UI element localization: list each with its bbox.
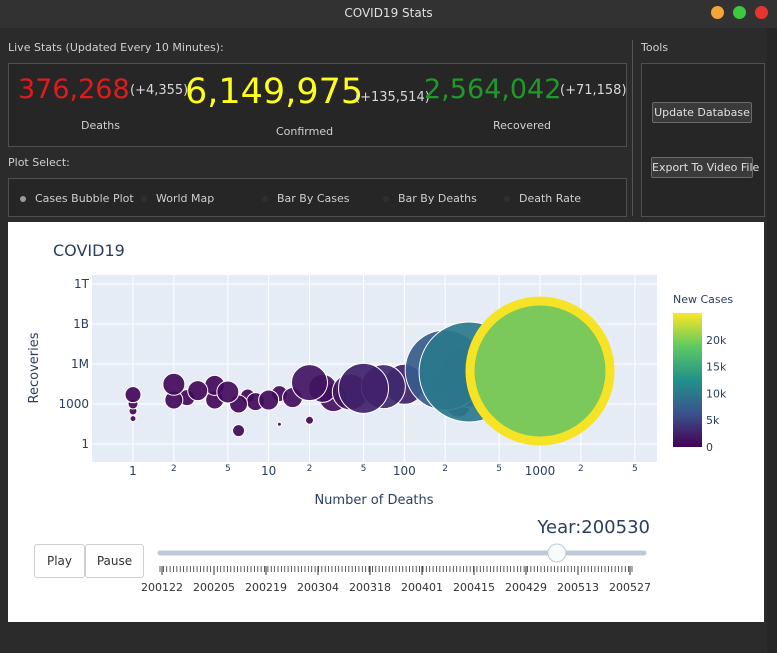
x-tick-label: 1000 (525, 464, 556, 478)
update-database-button[interactable]: Update Database (652, 102, 752, 123)
tools-panel (641, 63, 765, 217)
close-button[interactable] (755, 6, 768, 19)
chart-title: COVID19 (53, 241, 125, 260)
bubble-point (129, 415, 137, 423)
radio-death-rate[interactable]: Death Rate (504, 192, 581, 205)
x-tick-label: 5 (361, 464, 367, 474)
maximize-button[interactable] (733, 6, 746, 19)
x-tick-label: 100 (393, 464, 416, 478)
confirmed-delta: (+135,514) (355, 90, 430, 105)
x-tick-label: 2 (578, 464, 584, 474)
bubble-point (187, 380, 209, 402)
title-bar: COVID19 Stats (0, 0, 777, 28)
colorbar-tick-label: 15k (706, 361, 727, 374)
slider-tick-label: 200304 (297, 581, 339, 594)
bubble-point (232, 424, 246, 438)
deaths-caption: Deaths (81, 119, 120, 132)
plot-area: COVID19 1 2 5 10 2 5 100 2 5 1000 2 5 1T 1B 1M 1000 1 N… (8, 222, 764, 622)
bubble-point (216, 380, 240, 404)
confirmed-caption: Confirmed (276, 125, 334, 138)
slider-tick-label: 200429 (505, 581, 547, 594)
confirmed-value: 6,149,975 (185, 72, 364, 112)
slider-minor-ticks (159, 566, 633, 572)
slider-handle[interactable] (547, 543, 567, 563)
x-tick-label: 5 (496, 464, 502, 474)
slider-tick-label: 200122 (141, 581, 183, 594)
colorbar-tick-label: 0 (706, 441, 713, 454)
y-axis-label: Recoveries (27, 332, 42, 403)
bubble-point (124, 386, 142, 404)
right-edge-strip (767, 28, 777, 653)
colorbar-tick-label: 5k (706, 414, 720, 427)
colorbar-tick-labels: 20k 15k 10k 5k 0 (706, 334, 727, 454)
bubble-point (276, 421, 282, 427)
radio-bar-by-cases[interactable]: Bar By Cases (262, 192, 350, 205)
x-tick-label: 2 (442, 464, 448, 474)
colorbar (673, 313, 702, 447)
radio-cases-bubble-plot[interactable]: Cases Bubble Plot (20, 192, 134, 205)
y-tick-label: 1M (71, 357, 89, 371)
radio-label: Bar By Deaths (398, 192, 477, 205)
radio-unselected-icon (383, 195, 389, 202)
recovered-value: 2,564,042 (424, 74, 562, 105)
radio-selected-icon (20, 195, 26, 202)
export-video-button[interactable]: Export To Video File (651, 157, 759, 178)
plot-select-label: Plot Select: (8, 156, 70, 169)
deaths-delta: (+4,355) (130, 83, 189, 98)
colorbar-tick-label: 20k (706, 334, 727, 347)
radio-bar-by-deaths[interactable]: Bar By Deaths (383, 192, 477, 205)
tools-label: Tools (641, 41, 669, 54)
radio-label: Death Rate (519, 192, 581, 205)
radio-unselected-icon (141, 195, 147, 202)
radio-unselected-icon (504, 195, 510, 202)
bubble-point (258, 389, 280, 411)
radio-world-map[interactable]: World Map (141, 192, 214, 205)
live-stats-label: Live Stats (Updated Every 10 Minutes): (8, 41, 224, 54)
minimize-button[interactable] (711, 6, 724, 19)
x-tick-label: 10 (261, 464, 276, 478)
slider-tick-label: 200205 (193, 581, 235, 594)
x-tick-label: 1 (129, 464, 137, 478)
radio-label: Bar By Cases (277, 192, 350, 205)
bubble-point (337, 362, 389, 414)
recovered-delta: (+71,158) (560, 83, 627, 98)
radio-unselected-icon (262, 195, 268, 202)
live-stats-panel: 376,268 (+4,355) Deaths 6,149,975 (+135,… (8, 63, 627, 147)
radio-label: Cases Bubble Plot (35, 192, 134, 205)
bubble-point (162, 372, 186, 396)
window-title: COVID19 Stats (344, 6, 433, 20)
recovered-caption: Recovered (493, 119, 552, 132)
colorbar-tick-label: 10k (706, 387, 727, 400)
y-tick-label: 1 (81, 437, 89, 451)
deaths-value: 376,268 (18, 74, 130, 105)
pause-button[interactable]: Pause (85, 544, 144, 578)
x-tick-label: 5 (632, 464, 638, 474)
slider-tick-label: 200318 (349, 581, 391, 594)
x-tick-label: 5 (225, 464, 231, 474)
slider-tick-label: 200415 (453, 581, 495, 594)
slider-tick-label: 200219 (245, 581, 287, 594)
y-tick-label: 1T (74, 277, 90, 291)
colorbar-title: New Cases (673, 293, 733, 306)
x-axis-label: Number of Deaths (314, 493, 433, 508)
y-tick-label: 1000 (58, 397, 89, 411)
y-tick-labels: 1T 1B 1M 1000 1 (58, 277, 89, 451)
tools-divider (632, 40, 633, 216)
y-tick-label: 1B (73, 317, 89, 331)
bubble-point (305, 415, 315, 425)
radio-label: World Map (156, 192, 215, 205)
x-tick-labels: 1 2 5 10 2 5 100 2 5 1000 2 5 (129, 464, 638, 478)
bubble-point (291, 364, 329, 402)
play-button[interactable]: Play (34, 544, 85, 578)
slider-tick-label: 200401 (401, 581, 443, 594)
slider-tick-label: 200527 (609, 581, 651, 594)
slider-tick-label: 200513 (557, 581, 599, 594)
year-annotation: Year:200530 (536, 517, 650, 538)
bubble-point (465, 296, 615, 446)
x-tick-label: 2 (171, 464, 177, 474)
x-tick-label: 2 (307, 464, 313, 474)
